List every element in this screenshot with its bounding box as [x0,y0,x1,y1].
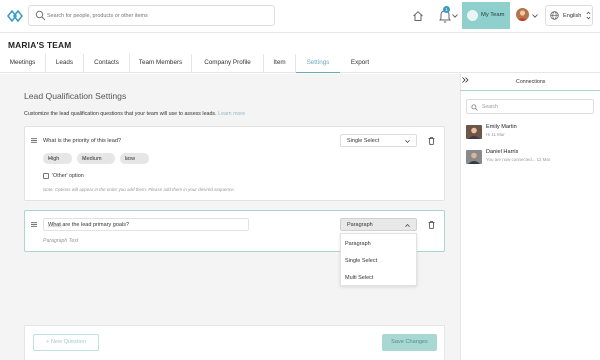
global-search-input[interactable] [47,8,267,23]
avatar [466,125,482,139]
connections-title: Connections [516,79,546,85]
connection-meta: Hi 11 Mar [486,132,505,137]
connection-name: Emily Martin [486,124,517,130]
section-subtitle: Customize the lead qualification questio… [24,111,245,117]
page-title: MARIA'S TEAM [8,40,72,50]
dropdown-option-paragraph[interactable]: Paragraph [345,241,371,247]
other-option-label: 'Other' option [52,173,84,179]
option-chip: Low ✕ [120,153,149,164]
question-type-dropdown: Paragraph Single Select Multi Select [340,233,417,286]
chevron-down-icon [405,140,410,143]
dropdown-option-multi-select[interactable]: Multi Select [345,275,373,281]
learn-more-link[interactable]: Learn more [218,111,245,117]
remove-option-icon[interactable]: ✕ [82,156,111,162]
search-icon [471,104,478,111]
question-type-select[interactable]: Paragraph [340,218,417,231]
app-logo-icon[interactable] [7,9,23,23]
language-select[interactable]: English [545,5,593,26]
my-team-button[interactable]: My Team [462,2,510,29]
globe-icon [550,11,559,20]
question-type-value: Paragraph [347,222,373,228]
dropdown-option-single-select[interactable]: Single Select [345,258,377,264]
avatar-image [517,10,528,21]
save-changes-button[interactable]: Save Changes [382,334,437,351]
connection-item[interactable]: Emily Martin Hi 11 Mar [464,122,598,144]
top-bar: 1 My Team English [0,0,600,33]
option-chip: High ✕ [43,153,72,164]
new-question-button[interactable]: + New Question [33,334,99,351]
other-option-checkbox[interactable] [43,173,49,179]
option-chip: Medium ✕ [77,153,115,164]
drag-handle-icon[interactable] [31,222,37,227]
tab-team-members[interactable]: Team Members [130,54,192,73]
char-count: (0/200) [48,222,62,228]
question-input[interactable]: What are the lead primary goals? (0/200) [43,218,249,231]
tab-bar: Meetings Leads Contacts Team Members Com… [0,54,600,73]
search-icon [35,10,46,21]
question-type-select[interactable]: Single Select [340,134,417,147]
language-label: English [563,13,582,19]
connection-item[interactable]: Daniel Harris You are now connected... 1… [464,147,598,169]
section-title: Lead Qualification Settings [24,91,127,101]
drag-handle-icon[interactable] [31,138,37,143]
my-team-label: My Team [481,12,505,18]
notification-badge: 1 [443,6,450,13]
updown-icon [586,11,591,20]
chevron-up-icon [405,224,410,227]
chevron-down-icon[interactable] [452,14,458,18]
tab-item[interactable]: Item [264,54,296,73]
tab-contacts[interactable]: Contacts [84,54,130,73]
tab-meetings[interactable]: Meetings [0,54,46,73]
trash-icon[interactable] [428,221,435,229]
home-icon[interactable] [412,10,424,22]
connections-panel [460,74,600,360]
remove-option-icon[interactable]: ✕ [48,156,68,162]
avatar [466,150,482,164]
question-text[interactable]: What is the priority of this lead? [43,138,121,144]
chevron-down-icon[interactable] [532,14,538,18]
user-avatar[interactable] [516,8,529,21]
team-avatar-icon [467,10,478,21]
tab-export[interactable]: Export [340,54,380,73]
question-type-value: Single Select [347,138,380,144]
trash-icon[interactable] [428,137,435,145]
subtitle-text: Customize the lead qualification questio… [24,111,217,117]
connections-search[interactable]: Search [466,99,594,114]
remove-option-icon[interactable]: ✕ [125,156,145,162]
connection-name: Daniel Harris [486,149,519,155]
global-search[interactable] [28,5,275,26]
connection-meta: You are now connected... 12 Mar [486,157,551,162]
options-note: Note: Options will appear in the order y… [43,187,235,192]
collapse-icon[interactable] [462,77,469,83]
tab-company-profile[interactable]: Company Profile [192,54,264,73]
paragraph-placeholder: Paragraph Text [43,238,79,244]
tab-settings[interactable]: Settings [296,54,340,73]
tab-leads[interactable]: Leads [46,54,84,73]
connections-search-placeholder: Search [482,104,498,110]
